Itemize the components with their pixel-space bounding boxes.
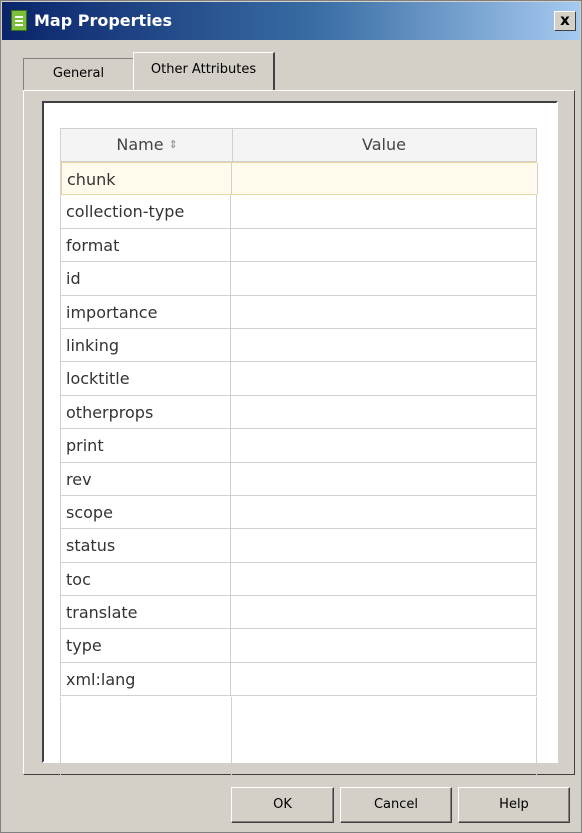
attribute-name-cell[interactable]: scope [60, 495, 231, 529]
attribute-value-cell[interactable] [231, 395, 537, 429]
attribute-value-cell[interactable] [231, 195, 537, 228]
document-icon [11, 10, 27, 31]
attribute-value-cell[interactable] [231, 495, 537, 529]
table-body: chunk collection-type format id importance li… [60, 162, 538, 697]
attribute-name-cell[interactable]: id [60, 262, 231, 295]
sort-icon[interactable]: ⇕ [169, 139, 178, 150]
table-row[interactable]: chunk [60, 162, 538, 196]
table-row[interactable]: format [60, 228, 537, 263]
attribute-value-cell[interactable] [231, 429, 537, 462]
table-row[interactable]: importance [60, 295, 537, 329]
attribute-value-cell[interactable] [231, 228, 537, 262]
map-properties-dialog: Map Properties x General Other Attribute… [0, 0, 582, 833]
attribute-value-cell[interactable] [231, 562, 537, 596]
help-button[interactable]: Help [458, 787, 570, 823]
table-row[interactable]: linking [60, 328, 537, 363]
attributes-table-frame: Name ⇕ Value chunk collection-type format id… [42, 101, 558, 785]
attribute-value-cell[interactable] [231, 529, 537, 562]
column-header-value[interactable]: Value [232, 129, 536, 161]
table-row[interactable]: otherprops [60, 395, 537, 430]
table-row[interactable]: toc [60, 562, 537, 597]
close-button[interactable]: x [554, 11, 576, 31]
attribute-value-cell[interactable] [231, 596, 537, 629]
table-row[interactable]: status [60, 529, 537, 563]
title-bar[interactable]: Map Properties x [2, 2, 580, 40]
attribute-name-cell[interactable]: print [60, 429, 231, 462]
column-header-name-label: Name [116, 135, 164, 154]
table-row[interactable]: xml:lang [60, 662, 537, 697]
ok-button[interactable]: OK [231, 787, 334, 823]
attribute-name-cell[interactable]: status [60, 529, 231, 562]
attribute-name-cell[interactable]: translate [60, 596, 231, 629]
table-row[interactable]: type [60, 629, 537, 663]
table-row[interactable]: id [60, 262, 537, 296]
attribute-name-cell[interactable]: importance [60, 295, 231, 328]
table-row[interactable]: scope [60, 495, 537, 530]
table-row[interactable]: print [60, 429, 537, 463]
attribute-value-cell[interactable] [231, 328, 537, 362]
attribute-name-cell[interactable]: format [60, 228, 231, 262]
cancel-button[interactable]: Cancel [340, 787, 452, 823]
attribute-name-cell[interactable]: xml:lang [60, 662, 231, 696]
attribute-name-cell[interactable]: linking [60, 328, 231, 362]
table-row[interactable]: locktitle [60, 362, 537, 396]
attribute-name-cell[interactable]: collection-type [60, 195, 231, 228]
attribute-name-cell[interactable]: otherprops [60, 395, 231, 429]
dialog-title: Map Properties [34, 11, 173, 30]
tab-panel: Name ⇕ Value chunk collection-type format id… [23, 90, 575, 785]
attribute-name-cell[interactable]: toc [60, 562, 231, 596]
attribute-value-cell[interactable] [231, 362, 537, 395]
table-empty-area [60, 697, 537, 785]
table-row[interactable]: rev [60, 462, 537, 496]
attribute-value-cell[interactable] [231, 462, 537, 495]
attribute-name-cell[interactable]: rev [60, 462, 231, 495]
attribute-value-cell[interactable] [231, 262, 537, 295]
attribute-value-cell[interactable] [231, 629, 537, 662]
attribute-value-cell[interactable] [231, 295, 537, 328]
table-row[interactable]: collection-type [60, 195, 537, 229]
table-row[interactable]: translate [60, 596, 537, 630]
attribute-name-cell[interactable]: chunk [61, 163, 232, 195]
tab-general[interactable]: General [23, 58, 133, 91]
attribute-name-cell[interactable]: type [60, 629, 231, 662]
table-header: Name ⇕ Value [60, 128, 537, 162]
tab-other-attributes[interactable]: Other Attributes [133, 52, 275, 92]
attribute-value-cell[interactable] [232, 163, 538, 195]
column-header-name[interactable]: Name ⇕ [61, 129, 233, 161]
attribute-value-cell[interactable] [231, 662, 537, 696]
attribute-name-cell[interactable]: locktitle [60, 362, 231, 395]
